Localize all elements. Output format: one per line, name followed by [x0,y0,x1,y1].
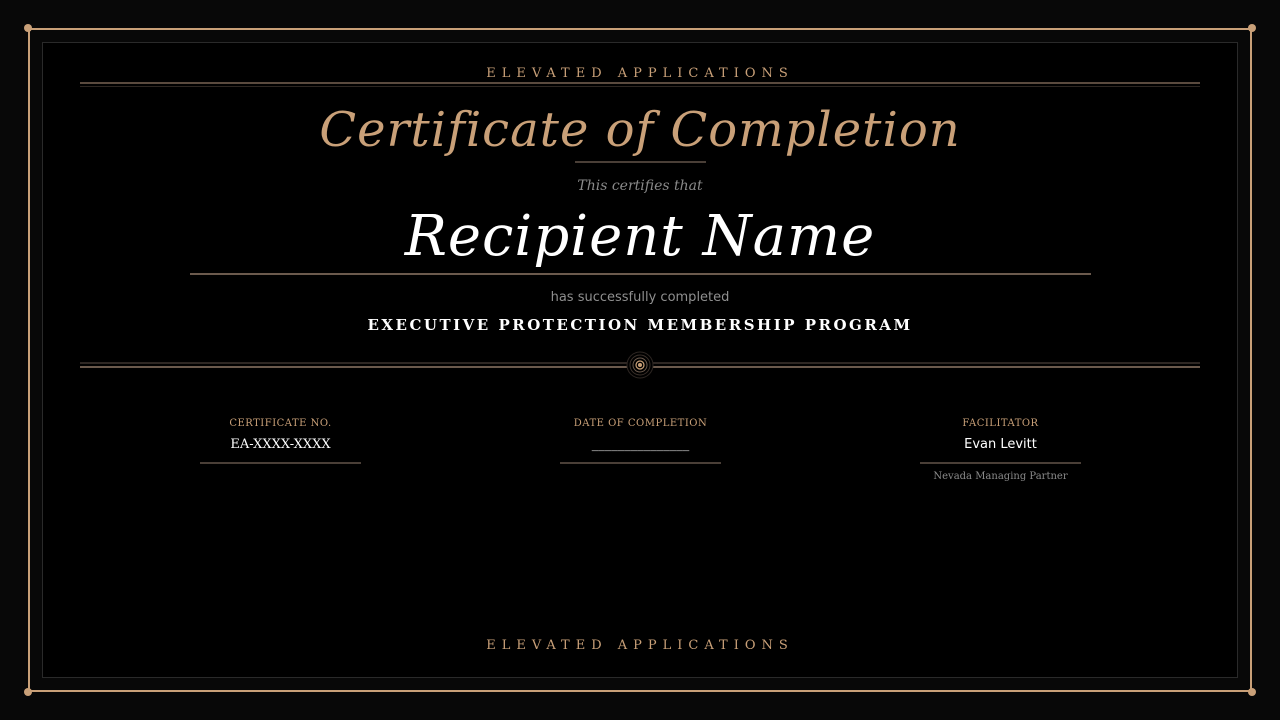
certificate-number-label: CERTIFICATE NO. [229,418,332,429]
facilitator-label: FACILITATOR [962,418,1039,429]
header-rule [80,82,1200,87]
facilitator-title: Nevada Managing Partner [933,471,1068,482]
recipient-name: Recipient Name [404,204,876,269]
date-of-completion-rule [560,462,721,464]
title-underline [575,161,706,163]
corner-ornament-top-right [1248,24,1256,32]
certificate-number-rule [200,462,361,464]
corner-ornament-bottom-left [24,688,32,696]
certificate-number-value: EA-XXXX-XXXX [230,437,331,452]
corner-ornament-top-left [24,24,32,32]
certificate-number-field: CERTIFICATE NO. EA-XXXX-XXXX [200,418,361,464]
date-of-completion-value: _______________ [591,437,690,452]
date-of-completion-label: DATE OF COMPLETION [573,418,708,429]
certifies-text: This certifies that [577,178,703,194]
facilitator-field: FACILITATOR Evan Levitt Nevada Managing … [920,418,1081,482]
recipient-name-underline [190,273,1091,275]
brand-header: ELEVATED APPLICATIONS [486,66,794,81]
corner-ornament-bottom-right [1248,688,1256,696]
concentric-circle-seal-icon [626,351,654,379]
brand-footer: ELEVATED APPLICATIONS [486,638,794,653]
program-name: EXECUTIVE PROTECTION MEMBERSHIP PROGRAM [367,316,913,334]
certificate-title: Certificate of Completion [319,102,961,158]
facilitator-rule [920,462,1081,464]
facilitator-name: Evan Levitt [964,437,1037,452]
completed-text: has successfully completed [550,290,730,305]
date-of-completion-field: DATE OF COMPLETION _______________ [560,418,721,464]
certificate-page: ELEVATED APPLICATIONS Certificate of Com… [0,0,1280,720]
